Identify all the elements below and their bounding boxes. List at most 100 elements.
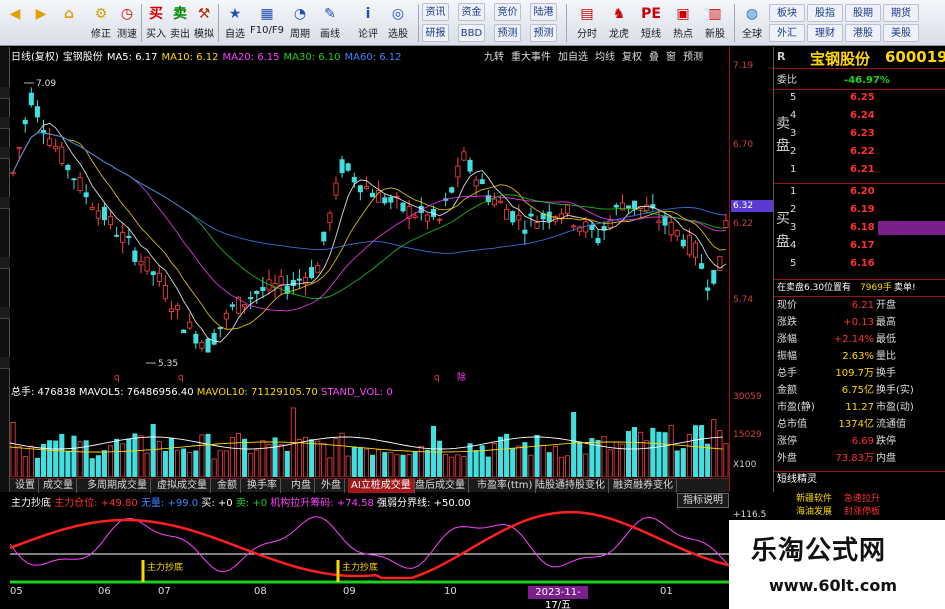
volume-bar (540, 444, 546, 477)
forward-button[interactable]: ▶ (30, 2, 52, 44)
wealth-button[interactable]: 理财 (807, 24, 843, 42)
index-futures-button[interactable]: 股期 (845, 4, 881, 22)
draw-line-button[interactable]: ✎ 画线 (316, 2, 344, 44)
forex-button[interactable]: 外汇 (769, 24, 805, 42)
sell-order-row[interactable]: 2 6.22 (774, 145, 945, 159)
side-tab[interactable] (0, 307, 10, 319)
tab-0[interactable]: 设置 (12, 479, 39, 493)
hk-connect-button[interactable]: 陆港 (530, 3, 557, 21)
buy-order-row[interactable]: 1 6.20 (774, 185, 945, 199)
news-button[interactable]: 资讯 (422, 3, 449, 21)
tab-4[interactable]: 金额 (214, 479, 241, 493)
side-tab[interactable] (0, 117, 10, 129)
tab-7[interactable]: 外盘 (318, 479, 345, 493)
tab-2[interactable]: 多周期成交量 (84, 479, 151, 493)
stat-value: 73.83万 (835, 453, 874, 464)
modify-button[interactable]: ⚙ 修正 (88, 2, 114, 44)
side-tab[interactable] (0, 257, 10, 269)
forecast2-button[interactable]: 预测 (530, 24, 557, 42)
pen-icon: ✎ (324, 6, 336, 22)
index-button[interactable]: 股指 (807, 4, 843, 22)
side-tab[interactable] (0, 87, 10, 99)
home-button[interactable]: ⌂ (58, 2, 80, 44)
volume-chart[interactable] (10, 395, 729, 477)
buy-order-row[interactable]: 5 6.16 (774, 257, 945, 271)
indicator-help-button[interactable]: 指标说明 (677, 493, 729, 508)
sell-order-row[interactable]: 4 6.24 (774, 109, 945, 123)
indicator-chart[interactable]: 主力抄底 主力抄底 (10, 508, 729, 586)
volume-bar (150, 424, 156, 477)
f10-button[interactable]: ▦ F10/F9 (250, 2, 284, 44)
r-badge: R (777, 50, 786, 63)
bbd-button[interactable]: BBD (458, 24, 485, 42)
timeshare-button[interactable]: ▤ 分时 (572, 2, 602, 44)
tab-11[interactable]: 陆股通持股变化 (532, 479, 609, 493)
global-button[interactable]: ◍ 全球 (737, 2, 767, 44)
home-icon: ⌂ (63, 6, 75, 22)
tab-10[interactable]: 市盈率(ttm) (474, 479, 537, 493)
us-stock-button[interactable]: 美股 (883, 24, 919, 42)
stat-label: 金额 (777, 385, 797, 396)
review-button[interactable]: i 论评 (354, 2, 382, 44)
volume-bar (235, 433, 242, 477)
candle-body (309, 266, 315, 278)
candle-body (89, 207, 95, 210)
speedtest-button[interactable]: ◷ 测速 (114, 2, 140, 44)
sprite-row[interactable]: 海油发展 封涨停板 (776, 506, 945, 518)
futures-button[interactable]: 期货 (883, 4, 919, 22)
kline-chart[interactable]: 7.095.35q q q 除 (10, 62, 729, 382)
volume-bar (138, 435, 144, 477)
stat-row: 总市值 1374亿 流通值 (774, 418, 945, 432)
volume-bar (376, 449, 382, 477)
sprite-row[interactable]: 新疆软件 急速拉升 (776, 493, 945, 505)
hk-stock-button[interactable]: 港股 (845, 24, 881, 42)
tab-5[interactable]: 换手率 (244, 479, 281, 493)
dragon-tiger-button[interactable]: ♞ 龙虎 (604, 2, 634, 44)
stat-label: 外盘 (777, 453, 797, 464)
side-tab[interactable] (0, 357, 10, 369)
volume-bar (181, 448, 187, 477)
indicator-header: 主力抄底 主力仓位: +49.80 无量: +99.0 买: +0 卖: +0 … (11, 494, 471, 509)
select-stock-button[interactable]: ◎ 选股 (384, 2, 412, 44)
tab-9[interactable]: 盘后成交量 (412, 479, 469, 493)
sell-button[interactable]: 卖卖出 (168, 2, 192, 44)
research-button[interactable]: 研报 (422, 24, 449, 42)
side-tab[interactable] (0, 147, 10, 159)
order-price: 6.18 (850, 222, 875, 233)
watchlist-button[interactable]: ★ 自选 (221, 2, 249, 44)
short-line-button[interactable]: PE 短线 (636, 2, 666, 44)
stat-row: 振幅 2.63% 量比 (774, 350, 945, 364)
stat-value: +2.14% (833, 334, 874, 345)
volume-bar (89, 458, 95, 477)
forecast-button[interactable]: 预测 (494, 24, 521, 42)
tab-6[interactable]: 内盘 (288, 479, 315, 493)
tab-1[interactable]: 成交量 (40, 479, 77, 493)
new-stock-button[interactable]: ▥ 新股 (700, 2, 730, 44)
volume-bar (175, 449, 181, 477)
simulate-button[interactable]: ⚒ 模拟 (192, 2, 216, 44)
tab-3[interactable]: 虚拟成交量 (154, 479, 211, 493)
hotspot-button[interactable]: ▣ 热点 (668, 2, 698, 44)
sell-order-row[interactable]: 5 6.25 (774, 91, 945, 105)
buy-order-row[interactable]: 2 6.19 (774, 203, 945, 217)
buy-order-row[interactable]: 3 6.18 (774, 221, 945, 235)
stat-label-2: 换手(实) (876, 385, 914, 396)
capital-button[interactable]: 资金 (458, 3, 485, 21)
stat-label: 涨停 (777, 436, 797, 447)
buy-button[interactable]: 买买入 (144, 2, 168, 44)
logo-url: www.60lt.com (769, 576, 898, 595)
back-button[interactable]: ◀ (4, 2, 26, 44)
volume-bar (47, 440, 53, 477)
side-tab[interactable] (0, 197, 10, 209)
candle-body (589, 224, 595, 230)
sell-order-row[interactable]: 3 6.23 (774, 127, 945, 141)
sector-button[interactable]: 板块 (769, 4, 805, 22)
candle-body (595, 238, 601, 244)
auction-button[interactable]: 竞价 (494, 3, 521, 21)
order-price: 6.22 (850, 146, 875, 157)
sell-order-row[interactable]: 1 6.21 (774, 163, 945, 177)
tab-12[interactable]: 融资融券变化 (610, 479, 677, 493)
period-button[interactable]: ◔ 周期 (286, 2, 314, 44)
buy-order-row[interactable]: 4 6.17 (774, 239, 945, 253)
tab-8[interactable]: AI立桩成交量 (348, 479, 415, 493)
